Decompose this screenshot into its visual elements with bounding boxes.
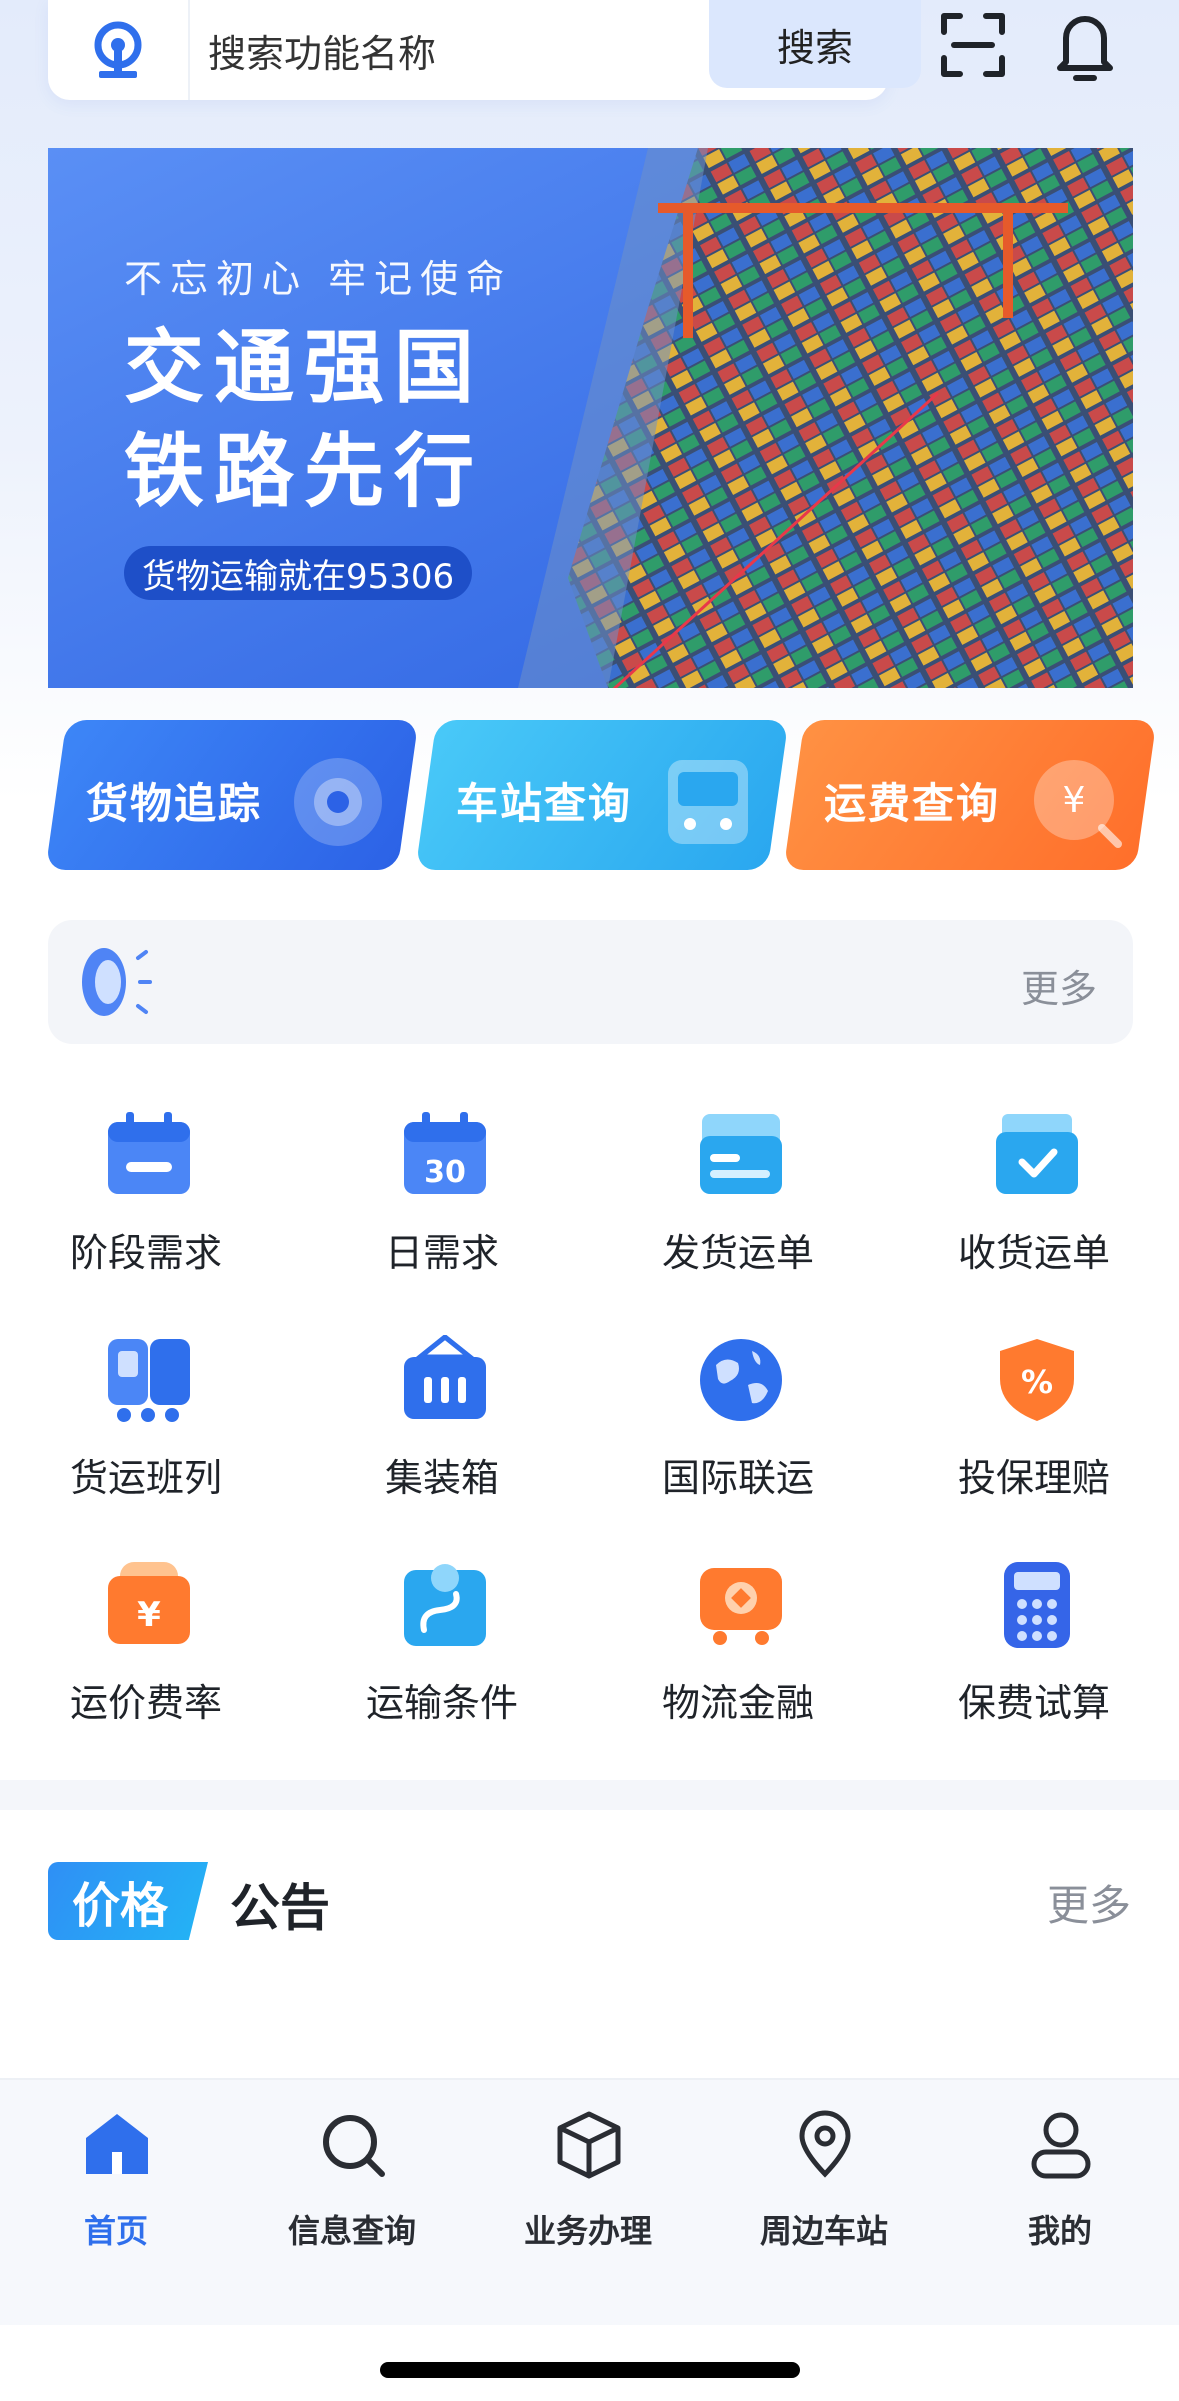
service-label: 物流金融 <box>661 1681 814 1725</box>
service-label: 保费试算 <box>957 1681 1110 1725</box>
quick-label: 货物追踪 <box>86 779 263 828</box>
svg-text:30: 30 <box>424 1155 466 1190</box>
tab-home[interactable]: 首页 <box>16 2110 216 2260</box>
target-icon <box>294 758 382 846</box>
quick-station-query[interactable]: 车站查询 <box>415 720 789 870</box>
search-button[interactable]: 搜索 <box>709 0 921 88</box>
service-daily-demand[interactable]: 30 日需求 <box>342 1110 542 1310</box>
yuan-search-icon: ¥ <box>1034 760 1122 848</box>
speaker-icon <box>82 948 152 1016</box>
service-freight-train[interactable]: 货运班列 <box>46 1335 246 1535</box>
service-transport-conditions[interactable]: 运输条件 <box>342 1560 542 1760</box>
finance-truck-icon <box>700 1568 782 1645</box>
tab-info-query[interactable]: 信息查询 <box>252 2110 452 2260</box>
announcement-title: 公告 <box>230 1879 330 1937</box>
service-label: 货运班列 <box>69 1456 222 1500</box>
search-bar[interactable]: 搜索功能名称 搜索 <box>48 0 921 100</box>
location-pin-icon <box>799 2110 851 2178</box>
service-label: 收货运单 <box>957 1231 1110 1275</box>
promo-banner[interactable]: 不忘初心 牢记使命 交通强国 铁路先行 货物运输就在95306 <box>48 148 1133 688</box>
tab-label: 首页 <box>83 2212 148 2250</box>
home-icon <box>86 2114 148 2174</box>
train-icon <box>668 760 748 844</box>
user-icon <box>1031 2112 1091 2179</box>
service-label: 国际联运 <box>661 1456 814 1500</box>
railway-logo-icon <box>48 0 190 100</box>
insurance-shield-icon: % <box>1000 1339 1074 1421</box>
service-label: 运价费率 <box>69 1681 222 1725</box>
announcement-more-link[interactable]: 更多 <box>1047 1872 1131 1933</box>
svg-text:%: % <box>1021 1363 1053 1401</box>
service-phase-demand[interactable]: 阶段需求 <box>46 1110 246 1310</box>
service-receive-waybill[interactable]: 收货运单 <box>934 1110 1134 1310</box>
service-label: 阶段需求 <box>69 1231 222 1275</box>
svg-text:¥: ¥ <box>1063 780 1086 821</box>
waybill-send-icon <box>700 1114 782 1194</box>
service-label: 运输条件 <box>365 1681 518 1725</box>
tab-label: 信息查询 <box>287 2212 416 2250</box>
scan-icon[interactable] <box>940 12 1006 78</box>
service-container[interactable]: 集装箱 <box>342 1335 542 1535</box>
svg-text:¥: ¥ <box>137 1595 161 1635</box>
service-insurance[interactable]: % 投保理赔 <box>934 1335 1134 1535</box>
tab-business[interactable]: 业务办理 <box>488 2110 688 2260</box>
freight-train-icon <box>108 1339 190 1422</box>
bell-icon[interactable] <box>1052 8 1118 84</box>
banner-headline-1: 交通强国 <box>124 321 484 414</box>
tab-label: 业务办理 <box>523 2212 652 2250</box>
price-tag[interactable]: 价格 <box>48 1862 208 1940</box>
service-label: 发货运单 <box>661 1231 814 1275</box>
quick-label: 运费查询 <box>824 779 1001 828</box>
search-icon <box>323 2115 385 2177</box>
tab-mine[interactable]: 我的 <box>960 2110 1160 2260</box>
tab-label: 周边车站 <box>759 2212 888 2250</box>
service-freight-rate[interactable]: ¥ 运价费率 <box>46 1560 246 1760</box>
quick-label: 车站查询 <box>456 779 633 828</box>
banner-motto: 不忘初心 牢记使命 <box>124 257 513 301</box>
banner-pill: 货物运输就在95306 <box>124 546 473 600</box>
home-indicator[interactable] <box>380 2362 800 2378</box>
notice-more-link[interactable]: 更多 <box>1021 958 1097 1013</box>
quick-cargo-tracking[interactable]: 货物追踪 <box>45 720 419 870</box>
search-input[interactable]: 搜索功能名称 <box>208 0 728 100</box>
notice-bar[interactable]: 更多 <box>48 920 1133 1044</box>
quick-freight-query[interactable]: 运费查询 ¥ <box>783 720 1157 870</box>
tab-label: 我的 <box>1027 2212 1092 2250</box>
tab-nearby-stations[interactable]: 周边车站 <box>724 2110 924 2260</box>
container-icon <box>404 1335 486 1419</box>
service-label: 日需求 <box>384 1231 499 1275</box>
section-divider <box>0 1780 1179 1810</box>
route-map-icon <box>404 1564 486 1646</box>
service-premium-calculator[interactable]: 保费试算 <box>934 1560 1134 1760</box>
service-label: 投保理赔 <box>957 1456 1110 1500</box>
package-icon <box>557 2111 621 2179</box>
calculator-icon <box>1004 1562 1070 1648</box>
globe-icon <box>700 1339 782 1421</box>
waybill-receive-icon <box>996 1114 1078 1194</box>
container-port-image <box>48 148 1133 688</box>
banner-headline-2: 铁路先行 <box>124 425 484 518</box>
service-logistics-finance[interactable]: 物流金融 <box>638 1560 838 1760</box>
bottom-tab-bar: 首页 信息查询 业务办理 周边车站 我的 <box>0 2078 1179 2325</box>
rate-wallet-icon: ¥ <box>108 1562 190 1644</box>
service-label: 集装箱 <box>384 1456 499 1500</box>
calendar-30-icon: 30 <box>404 1112 486 1194</box>
calendar-icon <box>108 1112 190 1194</box>
service-intl-transport[interactable]: 国际联运 <box>638 1335 838 1535</box>
service-send-waybill[interactable]: 发货运单 <box>638 1110 838 1310</box>
